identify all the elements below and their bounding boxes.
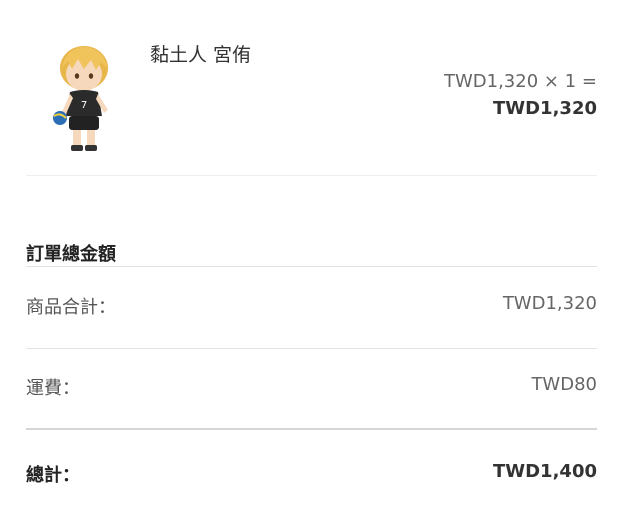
cart-item: 7 黏土人 宮侑 TWD1,320 × 1 = TWD1,320 bbox=[26, 0, 597, 176]
subtotal-row: 商品合計： TWD1,320 bbox=[26, 293, 597, 323]
product-name[interactable]: 黏土人 宮侑 bbox=[150, 40, 251, 67]
svg-text:7: 7 bbox=[81, 100, 87, 111]
line-total: TWD1,320 bbox=[492, 98, 597, 119]
total-label: 總計： bbox=[26, 465, 80, 486]
product-image[interactable]: 7 bbox=[44, 38, 124, 158]
shipping-label: 運費： bbox=[26, 378, 80, 399]
total-value: TWD1,400 bbox=[492, 461, 597, 482]
equals-sign: = bbox=[581, 71, 597, 92]
shipping-row: 運費： TWD80 bbox=[26, 374, 597, 404]
unit-price: TWD1,320 bbox=[443, 71, 539, 92]
divider bbox=[26, 348, 597, 349]
subtotal-label: 商品合計： bbox=[26, 297, 116, 318]
unit-price-line: TWD1,320 × 1 = bbox=[444, 70, 597, 94]
shipping-value: TWD80 bbox=[531, 374, 597, 395]
subtotal-value: TWD1,320 bbox=[502, 293, 597, 314]
price-block: TWD1,320 × 1 = TWD1,320 bbox=[444, 70, 597, 124]
divider bbox=[26, 428, 597, 430]
quantity: 1 bbox=[564, 71, 577, 92]
total-row: 總計： TWD1,400 bbox=[26, 461, 597, 491]
divider bbox=[26, 266, 597, 267]
multiply-sign: × bbox=[543, 71, 559, 92]
order-summary-title: 訂單總金額 bbox=[26, 244, 116, 265]
